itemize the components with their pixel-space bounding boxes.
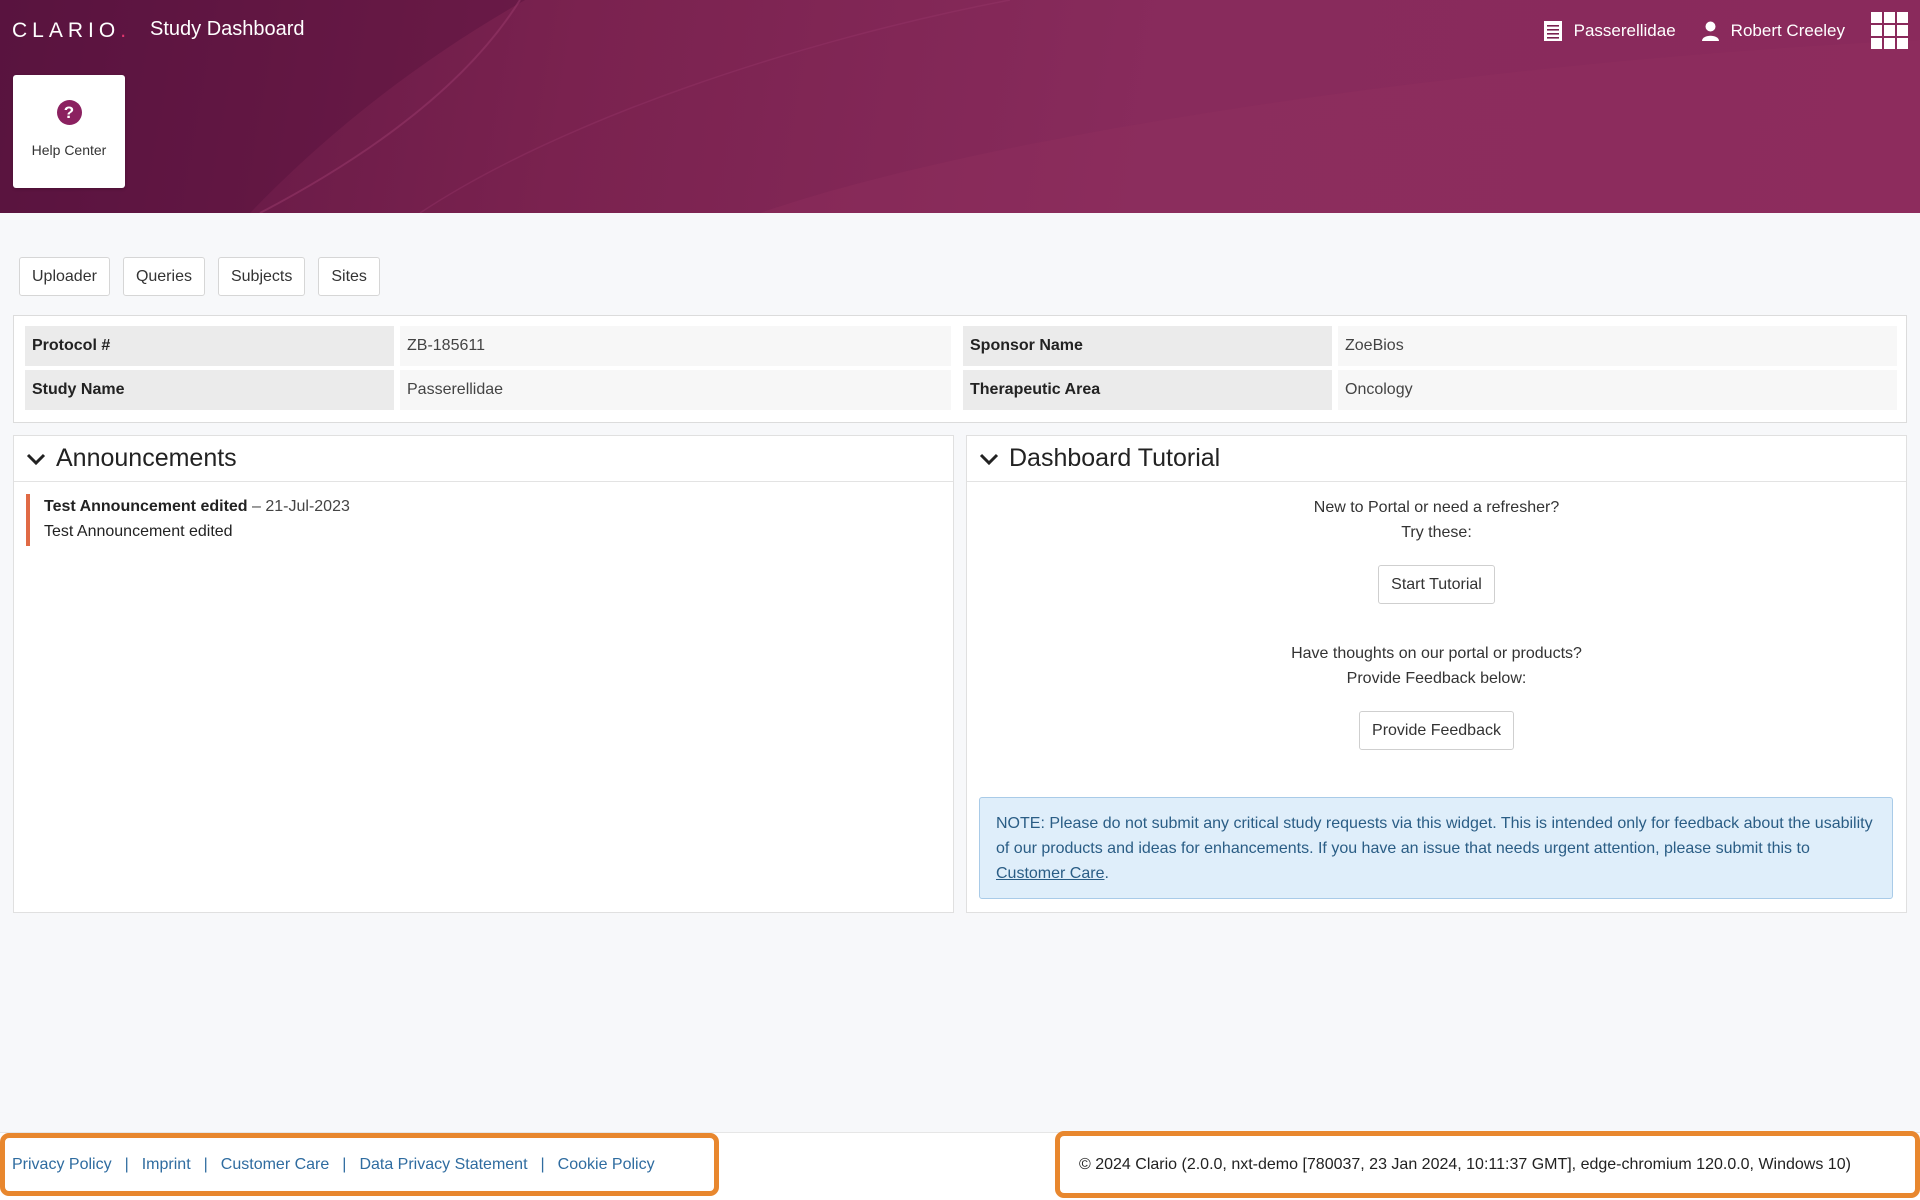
data-privacy-statement-link[interactable]: Data Privacy Statement: [359, 1156, 527, 1174]
help-center-label: Help Center: [31, 142, 107, 158]
announcement-body: Test Announcement edited: [44, 523, 233, 540]
footer-separator: |: [342, 1155, 347, 1173]
cookie-policy-link[interactable]: Cookie Policy: [558, 1156, 655, 1174]
privacy-policy-link[interactable]: Privacy Policy: [12, 1156, 112, 1174]
feedback-line2: Provide Feedback below:: [1346, 670, 1527, 687]
announcements-header[interactable]: Announcements: [14, 436, 953, 482]
study-name-label: Study Name: [25, 370, 394, 410]
study-list-icon: [1543, 20, 1562, 41]
logo-dot: .: [120, 19, 127, 42]
logo-text: CLARIO: [12, 19, 121, 42]
tutorial-title: Dashboard Tutorial: [1009, 444, 1221, 472]
start-tutorial-button[interactable]: Start Tutorial: [1378, 565, 1495, 604]
provide-feedback-button[interactable]: Provide Feedback: [1359, 711, 1514, 750]
subjects-button[interactable]: Subjects: [217, 257, 306, 296]
tutorial-intro-line2: Try these:: [1401, 524, 1472, 541]
app-launcher-grid-icon[interactable]: [1871, 12, 1908, 49]
user-menu[interactable]: Robert Creeley: [1701, 20, 1845, 41]
uploader-button[interactable]: Uploader: [19, 257, 110, 296]
tutorial-header[interactable]: Dashboard Tutorial: [967, 436, 1906, 482]
dashboard-tutorial-panel: Dashboard Tutorial New to Portal or need…: [966, 435, 1907, 913]
sponsor-value: ZoeBios: [1338, 326, 1897, 366]
customer-care-link[interactable]: Customer Care: [996, 865, 1104, 882]
study-selector[interactable]: Passerellidae: [1543, 20, 1676, 41]
help-center-card[interactable]: ? Help Center: [13, 75, 125, 188]
user-icon: [1701, 21, 1719, 41]
therapeutic-area-value: Oncology: [1338, 370, 1897, 410]
header-actions: Passerellidae Robert Creeley: [1543, 12, 1908, 49]
study-name-value: Passerellidae: [400, 370, 951, 410]
customer-care-footer-link[interactable]: Customer Care: [221, 1156, 329, 1174]
announcement-title: Test Announcement edited: [44, 498, 248, 515]
imprint-link[interactable]: Imprint: [142, 1156, 191, 1174]
feedback-note: NOTE: Please do not submit any critical …: [979, 797, 1893, 899]
dashboard-nav: Uploader Queries Subjects Sites: [19, 257, 393, 296]
announcements-panel: Announcements Test Announcement edited –…: [13, 435, 954, 913]
note-text: NOTE: Please do not submit any critical …: [996, 815, 1873, 857]
announcement-date: – 21-Jul-2023: [247, 498, 350, 515]
sites-button[interactable]: Sites: [318, 257, 380, 296]
tutorial-body: New to Portal or need a refresher? Try t…: [967, 495, 1906, 750]
app-header: CLARIO. Study Dashboard Passerellidae Ro…: [0, 0, 1920, 213]
note-end: .: [1104, 865, 1109, 882]
tutorial-intro-line1: New to Portal or need a refresher?: [1313, 499, 1560, 516]
user-name: Robert Creeley: [1730, 20, 1845, 40]
footer-separator: |: [540, 1155, 545, 1173]
chevron-down-icon: [979, 452, 999, 466]
protocol-value: ZB-185611: [400, 326, 951, 366]
queries-button[interactable]: Queries: [122, 257, 205, 296]
copyright-text: © 2024 Clario (2.0.0, nxt-demo [780037, …: [1055, 1131, 1920, 1198]
announcements-title: Announcements: [56, 444, 237, 472]
sponsor-label: Sponsor Name: [963, 326, 1332, 366]
feedback-line1: Have thoughts on our portal or products?: [1291, 645, 1582, 662]
footer-separator: |: [124, 1155, 129, 1173]
therapeutic-area-label: Therapeutic Area: [963, 370, 1332, 410]
announcement-item: Test Announcement edited – 21-Jul-2023 T…: [26, 494, 953, 546]
question-icon: ?: [56, 100, 82, 125]
clario-logo[interactable]: CLARIO.: [12, 19, 126, 43]
footer-separator: |: [203, 1155, 208, 1173]
study-info-table: Protocol # ZB-185611 Sponsor Name ZoeBio…: [13, 315, 1907, 423]
study-selector-label: Passerellidae: [1573, 20, 1676, 40]
page-title: Study Dashboard: [150, 18, 305, 40]
footer-links: Privacy Policy | Imprint | Customer Care…: [0, 1133, 719, 1196]
chevron-down-icon: [26, 452, 46, 466]
protocol-label: Protocol #: [25, 326, 394, 366]
